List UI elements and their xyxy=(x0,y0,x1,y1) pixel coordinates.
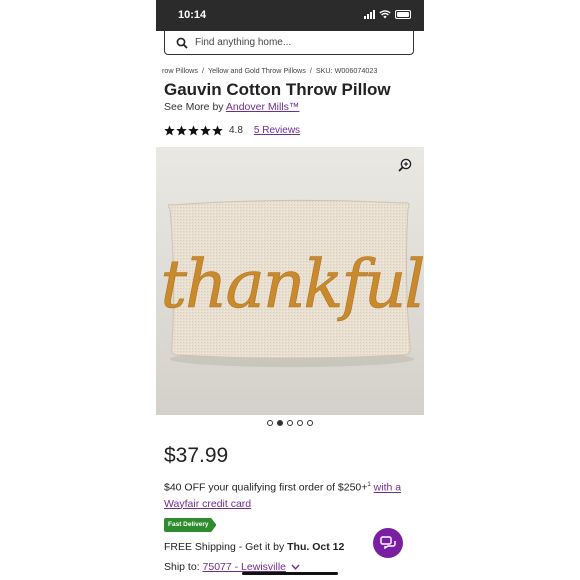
carousel-dot[interactable] xyxy=(287,420,293,426)
brand-link[interactable]: Andover Mills™ xyxy=(226,101,300,113)
wifi-icon xyxy=(379,10,391,19)
search-input[interactable] xyxy=(195,35,395,50)
ship-to-label: Ship to: xyxy=(164,561,203,573)
promo-footnote: 1 xyxy=(367,482,371,488)
reviews-link[interactable]: 5 Reviews xyxy=(254,125,300,136)
search-icon[interactable] xyxy=(176,37,188,49)
see-more-line: See More by Andover Mills™ xyxy=(164,101,299,113)
chat-button[interactable] xyxy=(373,528,403,558)
home-indicator xyxy=(242,572,338,575)
status-bar: 10:14 xyxy=(156,0,424,31)
carousel-dot-active[interactable] xyxy=(277,420,283,426)
credit-card-promo: $40 OFF your qualifying first order of $… xyxy=(164,477,414,512)
breadcrumb-item-yellow-gold[interactable]: Yellow and Gold Throw Pillows xyxy=(208,66,306,75)
chat-icon xyxy=(380,536,396,550)
carousel-dots xyxy=(267,420,313,426)
star-icon xyxy=(176,125,187,136)
breadcrumb-separator: / xyxy=(201,66,204,75)
promo-text: $40 OFF your qualifying first order of $… xyxy=(164,481,368,494)
star-icon xyxy=(212,125,223,136)
shipping-info: FREE Shipping - Get it by Thu. Oct 12 xyxy=(164,541,344,553)
status-icons xyxy=(364,10,411,19)
see-more-label: See More by xyxy=(164,101,226,113)
delivery-date: Thu. Oct 12 xyxy=(287,541,345,553)
product-image[interactable]: thankful xyxy=(156,147,424,415)
product-title: Gauvin Cotton Throw Pillow xyxy=(164,80,391,99)
status-time: 10:14 xyxy=(178,9,207,21)
pillow-lettering: thankful xyxy=(161,246,424,323)
product-price: $37.99 xyxy=(164,444,229,467)
rating-row[interactable]: 4.8 5 Reviews xyxy=(164,125,300,136)
carousel-dot[interactable] xyxy=(297,420,303,426)
star-icon xyxy=(164,125,175,136)
phone-screen: 10:14 row Pillows/Yellow and Gold Throw … xyxy=(156,0,424,580)
sku-label: SKU: W006074023 xyxy=(315,66,378,75)
rating-value: 4.8 xyxy=(229,125,243,136)
shipping-label: FREE Shipping - Get it by xyxy=(164,541,288,553)
carousel-dot[interactable] xyxy=(267,420,273,426)
carousel-dot[interactable] xyxy=(307,420,313,426)
signal-icon xyxy=(364,10,375,19)
breadcrumb-separator: / xyxy=(309,66,312,75)
breadcrumb-item-throw-pillows[interactable]: row Pillows xyxy=(162,66,198,75)
breadcrumb: row Pillows / Yellow and Gold Throw Pillow… xyxy=(162,66,377,75)
star-icon xyxy=(188,125,199,136)
rating-stars xyxy=(164,125,223,136)
zoom-icon[interactable] xyxy=(398,158,412,172)
star-icon xyxy=(200,125,211,136)
chevron-down-icon[interactable] xyxy=(291,564,300,571)
battery-icon xyxy=(395,10,411,19)
search-bar[interactable] xyxy=(164,31,414,55)
fast-delivery-badge: Fast Delivery xyxy=(164,518,217,532)
